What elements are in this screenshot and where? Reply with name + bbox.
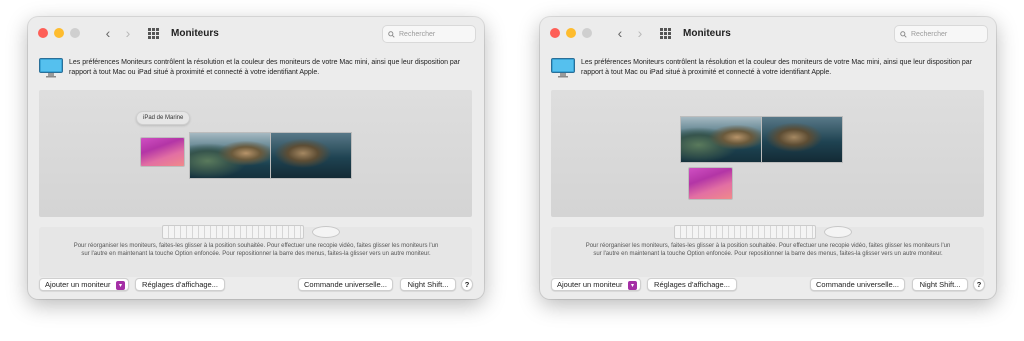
window-title: Moniteurs bbox=[683, 27, 731, 39]
search-input[interactable]: Rechercher bbox=[382, 25, 476, 43]
navigation: ‹ › bbox=[102, 25, 134, 41]
forward-button[interactable]: › bbox=[122, 25, 134, 41]
description-text: Les préférences Moniteurs contrôlent la … bbox=[69, 59, 461, 76]
preferences-window-right: ‹ › Moniteurs Rechercher Les préférences… bbox=[540, 17, 996, 299]
search-input[interactable]: Rechercher bbox=[894, 25, 988, 43]
zoom-button[interactable] bbox=[582, 28, 592, 38]
monitor-icon bbox=[551, 58, 575, 78]
secondary-display[interactable] bbox=[270, 132, 352, 179]
ipad-display[interactable] bbox=[140, 137, 185, 167]
universal-control-button[interactable]: Commande universelle... bbox=[810, 278, 905, 291]
add-monitor-button[interactable]: Ajouter un moniteur ▾ bbox=[551, 278, 641, 291]
forward-button[interactable]: › bbox=[634, 25, 646, 41]
monitor-icon bbox=[39, 58, 63, 78]
search-icon bbox=[900, 30, 907, 38]
traffic-lights bbox=[550, 28, 592, 38]
titlebar: ‹ › Moniteurs Rechercher bbox=[28, 17, 484, 49]
titlebar: ‹ › Moniteurs Rechercher bbox=[540, 17, 996, 49]
universal-control-button[interactable]: Commande universelle... bbox=[298, 278, 393, 291]
minimize-button[interactable] bbox=[54, 28, 64, 38]
back-button[interactable]: ‹ bbox=[614, 25, 626, 41]
help-button[interactable]: ? bbox=[973, 278, 985, 291]
grid-icon[interactable] bbox=[148, 27, 159, 39]
main-display[interactable] bbox=[680, 116, 762, 163]
close-button[interactable] bbox=[38, 28, 48, 38]
zoom-button[interactable] bbox=[70, 28, 80, 38]
help-button[interactable]: ? bbox=[461, 278, 473, 291]
night-shift-button[interactable]: Night Shift... bbox=[400, 278, 456, 291]
chevron-down-icon[interactable]: ▾ bbox=[628, 280, 637, 290]
ipad-name-tooltip: iPad de Marine bbox=[136, 111, 191, 125]
add-monitor-label: Ajouter un moniteur bbox=[557, 280, 623, 289]
main-display[interactable] bbox=[189, 132, 271, 179]
minimize-button[interactable] bbox=[566, 28, 576, 38]
add-monitor-button[interactable]: Ajouter un moniteur ▾ bbox=[39, 278, 129, 291]
traffic-lights bbox=[38, 28, 80, 38]
navigation: ‹ › bbox=[614, 25, 646, 41]
window-title: Moniteurs bbox=[171, 27, 219, 39]
back-button[interactable]: ‹ bbox=[102, 25, 114, 41]
search-placeholder: Rechercher bbox=[911, 30, 948, 38]
display-settings-button[interactable]: Réglages d'affichage... bbox=[647, 278, 737, 291]
mouse-image bbox=[824, 226, 852, 238]
grid-icon[interactable] bbox=[660, 27, 671, 39]
preferences-window-left: ‹ › Moniteurs Rechercher Les préférences… bbox=[28, 17, 484, 299]
keyboard-image bbox=[674, 225, 816, 239]
night-shift-button[interactable]: Night Shift... bbox=[912, 278, 968, 291]
display-arrangement-area[interactable]: iPad de Marine bbox=[39, 90, 472, 217]
add-monitor-label: Ajouter un moniteur bbox=[45, 280, 111, 289]
display-settings-button[interactable]: Réglages d'affichage... bbox=[135, 278, 225, 291]
mouse-image bbox=[312, 226, 340, 238]
search-icon bbox=[388, 30, 395, 38]
arrangement-hint: Pour réorganiser les moniteurs, faites-l… bbox=[73, 243, 439, 257]
ipad-display[interactable] bbox=[688, 167, 733, 200]
keyboard-image bbox=[162, 225, 304, 239]
search-placeholder: Rechercher bbox=[399, 30, 436, 38]
chevron-down-icon[interactable]: ▾ bbox=[116, 280, 125, 290]
display-arrangement-area[interactable] bbox=[551, 90, 984, 217]
arrangement-hint: Pour réorganiser les moniteurs, faites-l… bbox=[585, 243, 951, 257]
close-button[interactable] bbox=[550, 28, 560, 38]
description-text: Les préférences Moniteurs contrôlent la … bbox=[581, 59, 973, 76]
secondary-display[interactable] bbox=[761, 116, 843, 163]
